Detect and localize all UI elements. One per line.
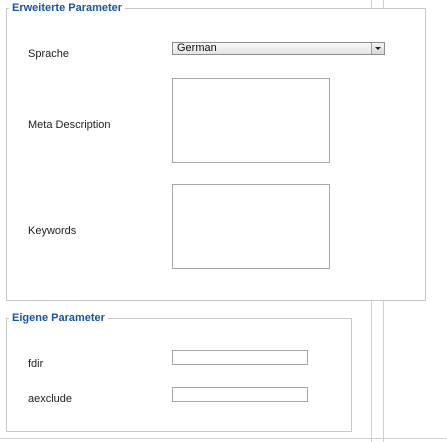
language-selected-value: German bbox=[177, 42, 217, 54]
meta-description-label: Meta Description bbox=[28, 119, 111, 131]
keywords-textarea[interactable] bbox=[172, 184, 330, 269]
guide-line bbox=[383, 300, 384, 442]
meta-description-textarea[interactable] bbox=[172, 78, 330, 163]
fdir-label: fdir bbox=[28, 358, 44, 370]
language-select[interactable]: German bbox=[172, 42, 385, 55]
language-label: Sprache bbox=[28, 48, 69, 60]
advanced-parameters-legend: Erweiterte Parameter bbox=[12, 2, 123, 14]
custom-parameters-fieldset: Eigene Parameter bbox=[6, 312, 352, 432]
page: Erweiterte Parameter Sprache German Meta… bbox=[0, 0, 447, 442]
guide-line bbox=[371, 300, 372, 442]
aexclude-input[interactable] bbox=[172, 387, 308, 402]
keywords-label: Keywords bbox=[28, 225, 77, 237]
aexclude-label: aexclude bbox=[28, 393, 73, 405]
fdir-input[interactable] bbox=[172, 350, 308, 365]
custom-parameters-legend: Eigene Parameter bbox=[12, 312, 105, 324]
chevron-down-icon[interactable] bbox=[371, 43, 384, 54]
guide-line bbox=[0, 438, 447, 439]
